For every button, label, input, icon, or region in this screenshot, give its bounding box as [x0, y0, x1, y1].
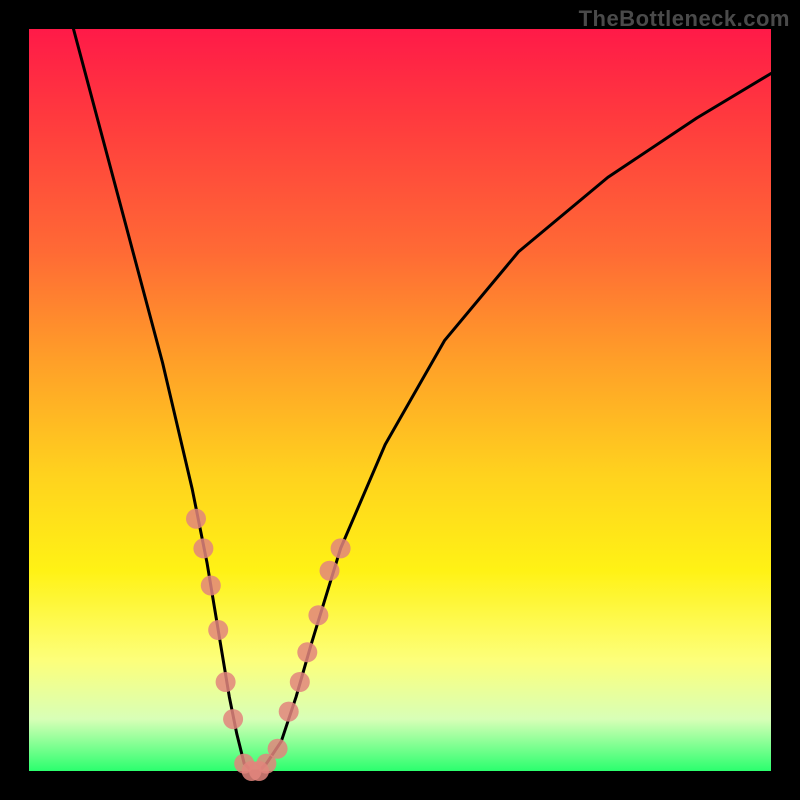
- curve-marker: [186, 509, 206, 529]
- curve-marker: [297, 642, 317, 662]
- curve-marker: [242, 761, 262, 781]
- curve-marker: [290, 672, 310, 692]
- curve-marker: [234, 754, 254, 774]
- chart-svg: [29, 29, 771, 771]
- curve-marker: [331, 538, 351, 558]
- curve-marker: [208, 620, 228, 640]
- curve-marker: [268, 739, 288, 759]
- curve-marker: [193, 538, 213, 558]
- curve-marker: [320, 561, 340, 581]
- curve-marker: [249, 761, 269, 781]
- curve-marker: [223, 709, 243, 729]
- curve-markers: [186, 509, 351, 781]
- chart-frame: TheBottleneck.com: [0, 0, 800, 800]
- plot-area: [29, 29, 771, 771]
- curve-marker: [216, 672, 236, 692]
- curve-marker: [279, 702, 299, 722]
- curve-marker: [308, 605, 328, 625]
- bottleneck-curve: [74, 29, 772, 771]
- curve-marker: [256, 754, 276, 774]
- curve-marker: [201, 576, 221, 596]
